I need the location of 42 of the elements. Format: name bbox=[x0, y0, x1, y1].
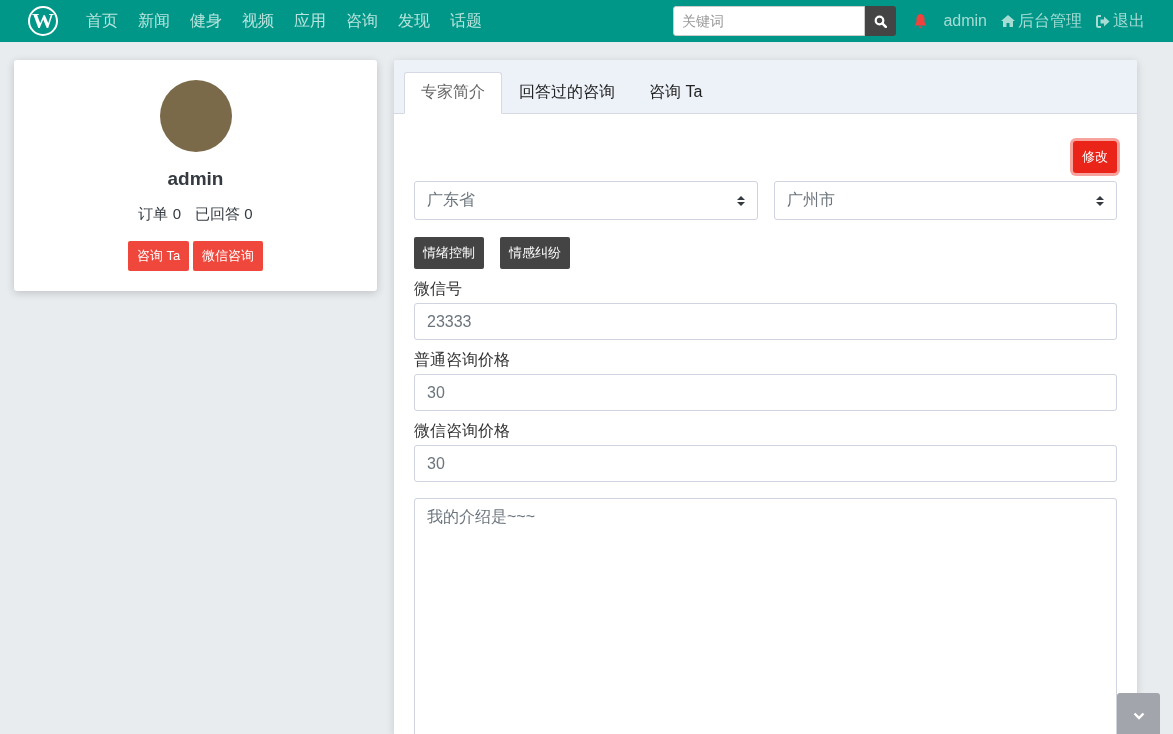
consult-button[interactable]: 微信咨询 bbox=[193, 241, 264, 271]
chevron-down-icon bbox=[1132, 711, 1145, 720]
field-label: 普通咨询价格 bbox=[414, 350, 511, 370]
stat-label: 已回答 0 bbox=[195, 205, 253, 224]
input-field[interactable]: 23333 bbox=[414, 303, 1117, 340]
admin-link[interactable]: 后台管理 bbox=[1001, 10, 1082, 32]
tab[interactable]: 专家简介 bbox=[404, 72, 502, 114]
logo[interactable]: W bbox=[28, 6, 58, 36]
tab[interactable]: 回答过的咨询 bbox=[502, 72, 632, 114]
select-field[interactable]: 广东省 bbox=[414, 181, 758, 220]
sign-out-icon bbox=[1096, 14, 1110, 28]
nav-link[interactable]: 话题 bbox=[450, 10, 482, 32]
search-field[interactable]: 关键词 bbox=[673, 6, 866, 36]
nav-link[interactable]: 首页 bbox=[86, 10, 118, 32]
field-label: 微信咨询价格 bbox=[414, 421, 511, 441]
sort-icon bbox=[736, 195, 745, 206]
nav-link[interactable]: 应用 bbox=[294, 10, 326, 32]
search-icon bbox=[874, 14, 888, 28]
tag: 情感纠纷 bbox=[500, 237, 570, 269]
field-label: 微信号 bbox=[414, 279, 463, 299]
nav-link[interactable]: 视频 bbox=[242, 10, 274, 32]
search-button[interactable] bbox=[865, 6, 897, 36]
nav-link[interactable]: 健身 bbox=[190, 10, 222, 32]
home-icon bbox=[1001, 15, 1015, 27]
nav-link[interactable]: 发现 bbox=[398, 10, 430, 32]
consult-button[interactable]: 咨询 Ta bbox=[127, 241, 190, 271]
bell-icon[interactable] bbox=[913, 13, 929, 29]
nav-link[interactable]: 咨询 bbox=[346, 10, 378, 32]
logout-link[interactable]: 退出 bbox=[1096, 10, 1145, 32]
scroll-button[interactable] bbox=[1117, 693, 1160, 734]
intro-field[interactable]: 我的介绍是~~~ bbox=[414, 498, 1117, 734]
input-field[interactable]: 30 bbox=[414, 445, 1117, 482]
sort-icon bbox=[1096, 195, 1104, 206]
stat-label: 订单 0 bbox=[138, 205, 181, 224]
tag: 情绪控制 bbox=[414, 237, 484, 269]
user-link[interactable]: admin bbox=[943, 12, 987, 30]
nav-link[interactable]: 新闻 bbox=[138, 10, 170, 32]
edit-button[interactable]: 修改 bbox=[1073, 141, 1117, 173]
select-field[interactable]: 广州市 bbox=[773, 181, 1117, 220]
user-name: admin bbox=[167, 168, 224, 190]
tab[interactable]: 咨询 Ta bbox=[632, 72, 720, 114]
input-field[interactable]: 30 bbox=[414, 374, 1117, 411]
